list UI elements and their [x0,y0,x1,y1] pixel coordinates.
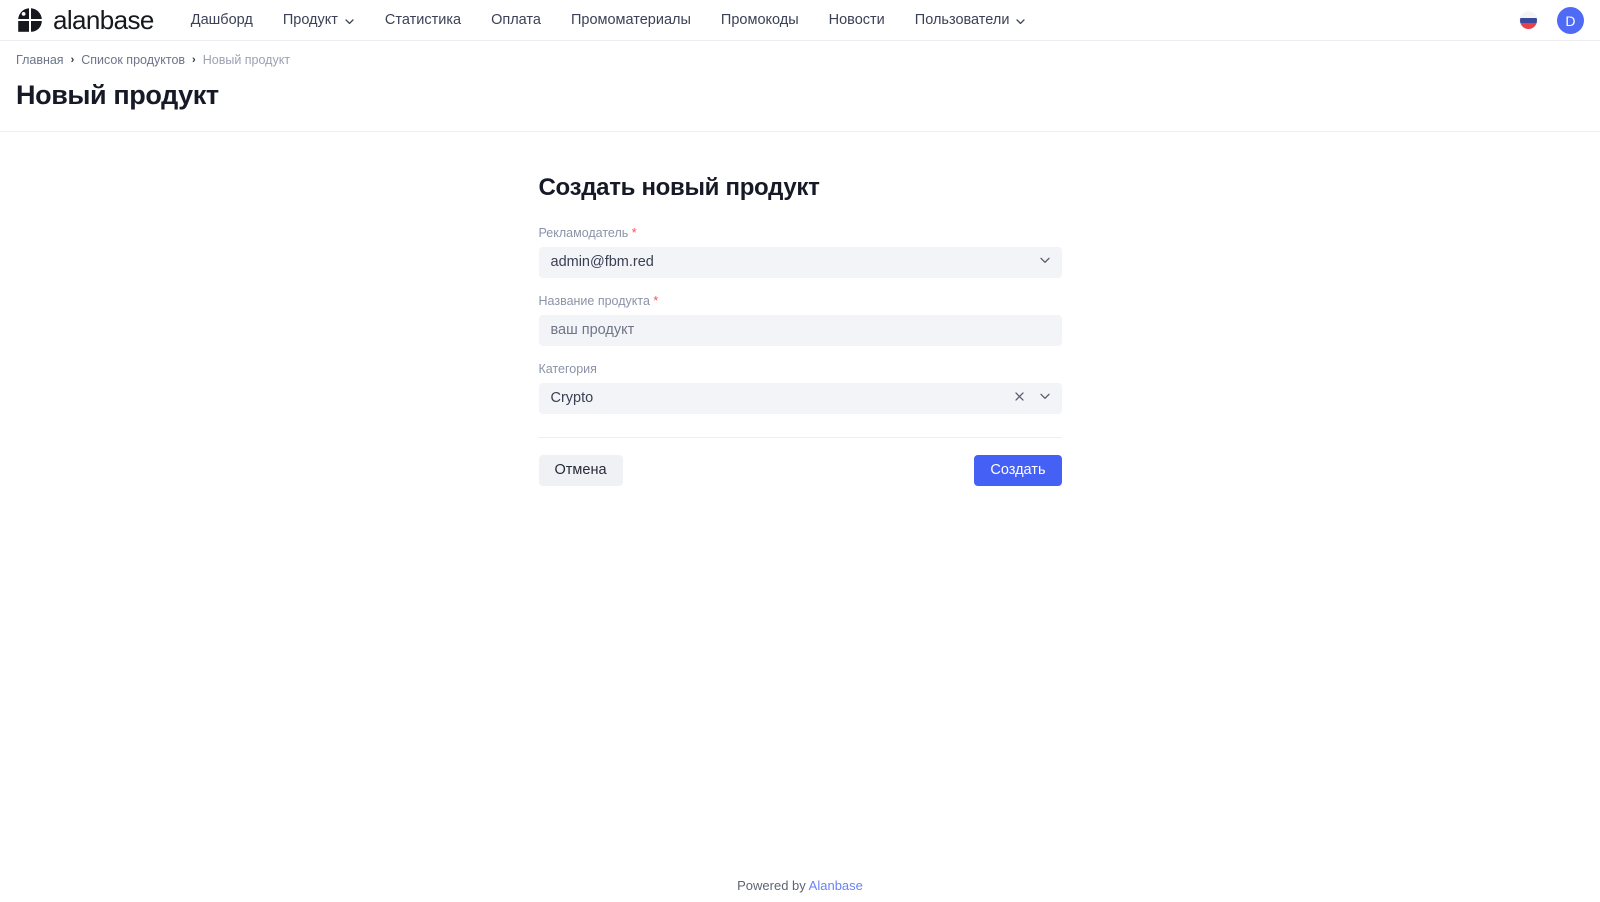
required-mark: * [632,226,637,240]
breadcrumb-item-product-list[interactable]: Список продуктов [81,51,185,69]
category-select-value: Crypto [551,383,1013,414]
nav-right-controls: D [1520,0,1584,41]
footer-powered-by-text: Powered by [737,878,806,893]
breadcrumb-item-new-product: Новый продукт [203,51,290,69]
top-navigation-bar: alanbase Дашборд Продукт Статистика Опла… [0,0,1600,41]
required-mark: * [653,294,658,308]
category-select[interactable]: Crypto [539,383,1062,414]
advertiser-select-value: admin@fbm.red [551,247,1038,278]
nav-item-label: Промокоды [721,0,799,41]
nav-item-statistics[interactable]: Статистика [370,0,476,41]
nav-item-label: Оплата [491,0,541,41]
nav-item-product[interactable]: Продукт [268,0,370,41]
chevron-down-icon [344,16,355,27]
page-title: Новый продукт [16,79,1600,111]
chevron-down-icon[interactable] [1038,253,1052,272]
chevron-down-icon [1015,16,1026,27]
nav-item-label: Новости [829,0,885,41]
footer: Powered by Alanbase [0,877,1600,895]
chevron-down-icon[interactable] [1038,389,1052,408]
nav-item-promo-codes[interactable]: Промокоды [706,0,814,41]
nav-item-dashboard[interactable]: Дашборд [176,0,268,41]
field-advertiser: Рекламодатель * admin@fbm.red [539,224,1062,278]
breadcrumb-separator-icon: › [71,51,75,69]
category-select-icons [1013,389,1052,408]
page-header: Главная › Список продуктов › Новый проду… [0,41,1600,132]
nav-item-label: Промоматериалы [571,0,691,41]
field-category: Категория Crypto [539,360,1062,414]
footer-alanbase-link[interactable]: Alanbase [809,878,863,893]
form-actions: Отмена Создать [539,438,1062,486]
brand-logo-link[interactable]: alanbase [16,6,154,34]
advertiser-select-icons [1038,253,1052,272]
nav-item-label: Продукт [283,0,338,41]
cancel-button[interactable]: Отмена [539,455,623,486]
page-content: Создать новый продукт Рекламодатель * ad… [0,132,1600,902]
field-advertiser-label: Рекламодатель * [539,224,1062,242]
product-name-input-wrapper[interactable]: ваш продукт [539,315,1062,346]
create-button[interactable]: Создать [974,455,1061,486]
flag-stripe-red [1520,23,1537,29]
brand-name: alanbase [53,6,154,34]
advertiser-select[interactable]: admin@fbm.red [539,247,1062,278]
nav-item-news[interactable]: Новости [814,0,900,41]
close-icon[interactable] [1013,390,1026,408]
nav-item-label: Пользователи [915,0,1010,41]
nav-item-label: Статистика [385,0,461,41]
user-avatar[interactable]: D [1557,7,1584,34]
field-product-name-label: Название продукта * [539,292,1062,310]
create-product-form: Создать новый продукт Рекламодатель * ad… [539,132,1062,486]
form-title: Создать новый продукт [539,173,1062,203]
alanbase-quadrant-logo-icon [16,6,44,34]
breadcrumb: Главная › Список продуктов › Новый проду… [16,51,1600,69]
field-label-text: Название продукта [539,294,650,308]
nav-item-promo-materials[interactable]: Промоматериалы [556,0,706,41]
breadcrumb-separator-icon: › [192,51,196,69]
nav-item-payment[interactable]: Оплата [476,0,556,41]
breadcrumb-item-home[interactable]: Главная [16,51,64,69]
nav-item-label: Дашборд [191,0,253,41]
field-label-text: Категория [539,362,597,376]
field-product-name: Название продукта * ваш продукт [539,292,1062,346]
flag-ru-icon[interactable] [1520,12,1537,29]
nav-item-users[interactable]: Пользователи [900,0,1042,41]
main-menu: Дашборд Продукт Статистика Оплата Промом… [176,0,1042,41]
field-category-label: Категория [539,360,1062,378]
product-name-input[interactable]: ваш продукт [551,315,1052,346]
field-label-text: Рекламодатель [539,226,629,240]
